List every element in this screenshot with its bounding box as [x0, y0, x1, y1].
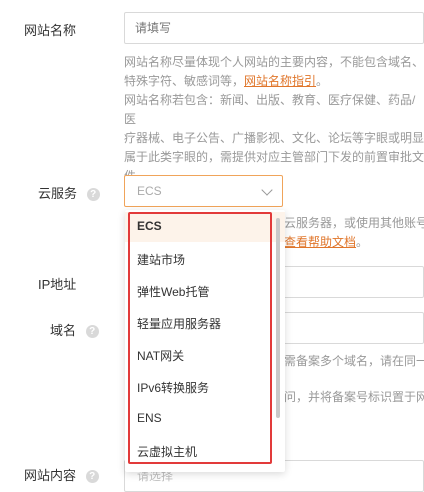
desc-line: 网站名称尽量体现个人网站的主要内容，不能包含域名、 — [124, 55, 424, 69]
help-doc-link[interactable]: 查看帮助文档 — [284, 235, 356, 249]
desc-line: 问，并将备案号标识置于网 — [284, 390, 424, 404]
domain-description-2: 问，并将备案号标识置于网 — [284, 388, 424, 407]
desc-line: 特殊字符、敏感词等，网站名称指引。 — [124, 72, 424, 91]
ip-address-label: IP地址 — [38, 277, 77, 292]
cloud-service-select[interactable]: ECS — [124, 175, 283, 207]
desc-line: 云服务器，或使用其他账号 — [284, 216, 424, 230]
domain-input[interactable] — [270, 312, 424, 344]
annotation-highlight-box — [128, 212, 272, 464]
chevron-down-icon — [261, 184, 273, 196]
site-content-label: 网站内容 ? — [24, 465, 99, 484]
domain-label-text: 域名 — [50, 323, 77, 338]
site-name-guide-link[interactable]: 网站名称指引 — [244, 74, 316, 88]
desc-line: 疗器械、电子公告、广播影视、文化、论坛等字眼或明显 — [124, 131, 424, 145]
site-name-label: 网站名称 — [24, 23, 77, 38]
site-name-description: 网站名称尽量体现个人网站的主要内容，不能包含域名、 特殊字符、敏感词等，网站名称… — [124, 53, 424, 186]
question-circle-icon[interactable]: ? — [85, 470, 99, 484]
desc-suffix: 。 — [316, 74, 329, 88]
ip-address-input[interactable] — [270, 266, 424, 298]
domain-label: 域名 ? — [50, 320, 99, 339]
cloud-service-label-text: 云服务 — [38, 186, 78, 201]
desc-suffix: 。 — [356, 235, 369, 249]
desc-line: 需备案多个域名，请在同一 — [284, 354, 424, 368]
question-circle-icon[interactable]: ? — [85, 325, 99, 339]
question-circle-icon[interactable]: ? — [86, 188, 100, 202]
domain-description: 需备案多个域名，请在同一 — [284, 352, 424, 371]
cloud-service-label: 云服务 ? — [38, 183, 100, 202]
site-content-label-text: 网站内容 — [24, 468, 77, 483]
cloud-service-selected-value: ECS — [137, 184, 162, 198]
site-name-input[interactable] — [124, 12, 424, 44]
cloud-service-description: 云服务器，或使用其他账号 查看帮助文档。 — [284, 214, 424, 252]
desc-text: 特殊字符、敏感词等， — [124, 74, 245, 88]
desc-line: 网站名称若包含：新闻、出版、教育、医疗保健、药品/医 — [124, 93, 416, 126]
dropdown-scrollbar[interactable] — [276, 218, 280, 418]
desc-line: 查看帮助文档。 — [284, 233, 424, 252]
desc-line: 属于此类字眼的，需提供对应主管部门下发的前置审批文 — [124, 150, 424, 164]
